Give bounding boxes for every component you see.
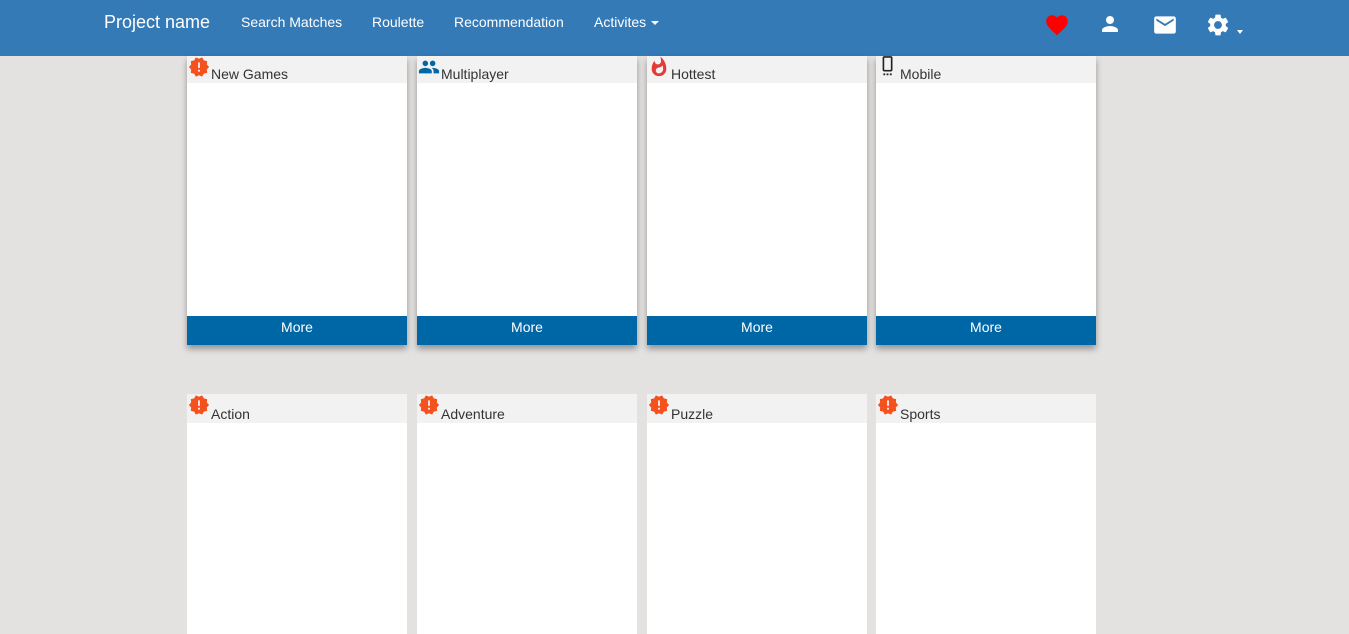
settings-chevron-down-icon[interactable] (1237, 30, 1243, 34)
nav-activites-label: Activites (594, 14, 647, 30)
more-button[interactable]: More (876, 316, 1096, 345)
gear-icon[interactable] (1205, 12, 1231, 38)
card-multiplayer: Multiplayer More (417, 56, 637, 345)
alert-badge-icon (418, 394, 440, 416)
user-icon[interactable] (1098, 12, 1124, 38)
heart-icon[interactable] (1044, 12, 1070, 38)
nav-roulette[interactable]: Roulette (372, 14, 424, 30)
card-action: Action (187, 394, 407, 634)
card-adventure: Adventure (417, 394, 637, 634)
nav-activites-dropdown[interactable]: Activites (594, 14, 660, 30)
card-title: Action (211, 406, 250, 422)
mail-icon[interactable] (1152, 12, 1178, 38)
card-title: Puzzle (671, 406, 714, 422)
flame-icon (648, 56, 670, 78)
nav-search-matches[interactable]: Search Matches (241, 14, 342, 30)
top-navbar: Project name Search Matches Roulette Rec… (0, 0, 1349, 56)
nav-recommendation[interactable]: Recommendation (454, 14, 564, 30)
card-sports: Sports (876, 394, 1096, 634)
people-icon (418, 56, 440, 78)
card-new-games: New Games More (187, 56, 407, 345)
card-title: Sports (900, 406, 941, 422)
more-button[interactable]: More (187, 316, 407, 345)
alert-badge-icon (877, 394, 899, 416)
brand-link[interactable]: Project name (104, 12, 210, 33)
card-title: Multiplayer (441, 66, 509, 82)
card-title: Hottest (671, 66, 716, 82)
chevron-down-icon (651, 21, 660, 26)
more-button[interactable]: More (417, 316, 637, 345)
card-puzzle: Puzzle (647, 394, 867, 634)
alert-badge-icon (188, 56, 210, 78)
card-hottest: Hottest More (647, 56, 867, 345)
mobile-phone-icon (877, 56, 899, 78)
card-title: Adventure (441, 406, 505, 422)
alert-badge-icon (648, 394, 670, 416)
alert-badge-icon (188, 394, 210, 416)
card-mobile: Mobile More (876, 56, 1096, 345)
more-button[interactable]: More (647, 316, 867, 345)
card-title: Mobile (900, 66, 942, 82)
card-title: New Games (211, 66, 289, 82)
